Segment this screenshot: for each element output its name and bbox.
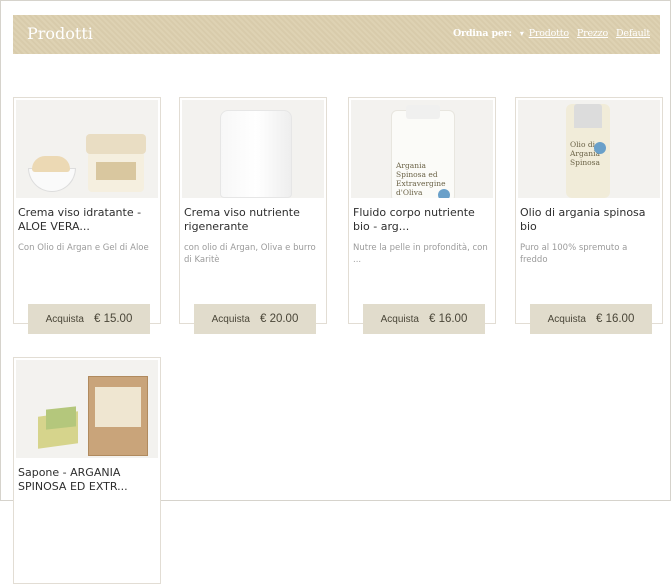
product-description: Con Olio di Argan e Gel di Aloe (18, 243, 149, 253)
product-description: Puro al 100% spremuto a freddo (520, 243, 628, 265)
product-price: € 16.00 (428, 313, 468, 325)
buy-label: Acquista (547, 313, 586, 325)
buy-button[interactable]: Acquista € 16.00 (363, 304, 485, 334)
soap-bar-image[interactable] (16, 360, 158, 458)
page-title: Prodotti (27, 24, 93, 43)
products-header: Prodotti Ordina per: ▾ Prodotto Prezzo D… (13, 15, 660, 54)
sort-default-link[interactable]: Default (616, 28, 650, 39)
product-name[interactable]: Crema viso nutriente rigenerante (184, 206, 324, 234)
product-card[interactable]: Crema viso nutriente rigenerante con oli… (179, 97, 327, 334)
product-description: Nutre la pelle in profondità, con ... (353, 243, 488, 265)
oil-vial-image[interactable]: Olio di Argania Spinosa (518, 100, 660, 198)
cream-jar-image[interactable] (16, 100, 158, 198)
buy-button[interactable]: Acquista € 20.00 (194, 304, 316, 334)
product-card[interactable]: Sapone - ARGANIA SPINOSA ED EXTR... (13, 357, 161, 584)
pump-bottle-image[interactable] (182, 100, 324, 198)
sort-arrow-icon: ▾ (519, 29, 524, 38)
sort-bar: Ordina per: ▾ Prodotto Prezzo Default (453, 28, 650, 39)
sort-by-product-link[interactable]: Prodotto (529, 28, 569, 39)
product-name[interactable]: Sapone - ARGANIA SPINOSA ED EXTR... (18, 466, 158, 494)
product-card[interactable]: Crema viso idratante - ALOE VERA... Con … (13, 97, 161, 334)
sort-label: Ordina per: (452, 28, 512, 39)
product-name[interactable]: Olio di argania spinosa bio (520, 206, 660, 234)
sort-by-price-link[interactable]: Prezzo (577, 28, 608, 39)
product-price: € 15.00 (93, 313, 133, 325)
buy-button[interactable]: Acquista € 15.00 (28, 304, 150, 334)
buy-button[interactable]: Acquista € 16.00 (530, 304, 652, 334)
product-card[interactable]: Argania Spinosa ed Extravergine d'Oliva … (348, 97, 496, 334)
product-price: € 20.00 (259, 313, 299, 325)
product-card[interactable]: Olio di Argania Spinosa Olio di argania … (515, 97, 663, 334)
product-name[interactable]: Crema viso idratante - ALOE VERA... (18, 206, 158, 234)
buy-label: Acquista (211, 313, 250, 325)
page-frame: Prodotti Ordina per: ▾ Prodotto Prezzo D… (0, 0, 671, 584)
product-name[interactable]: Fluido corpo nutriente bio - arg... (353, 206, 493, 234)
bottle-image[interactable]: Argania Spinosa ed Extravergine d'Oliva (351, 100, 493, 198)
buy-label: Acquista (45, 313, 84, 325)
product-description: con olio di Argan, Oliva e burro di Kari… (184, 243, 316, 265)
product-grid: Crema viso idratante - ALOE VERA... Con … (13, 97, 663, 584)
buy-label: Acquista (380, 313, 419, 325)
product-price: € 16.00 (595, 313, 635, 325)
